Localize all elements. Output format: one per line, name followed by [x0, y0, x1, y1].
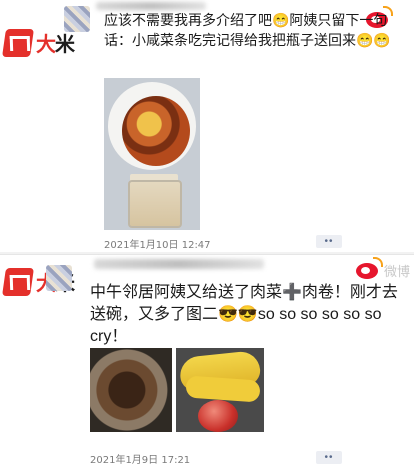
jar-image	[128, 180, 182, 228]
weibo-watermark: 微博	[356, 256, 411, 280]
more-options-button[interactable]: ••	[316, 235, 342, 248]
post-text: 中午邻居阿姨又给送了肉菜➕肉卷！刚才去送碗，又多了图二😎😎so so so so…	[90, 284, 398, 345]
username-blurred	[96, 2, 206, 10]
banana-image	[185, 375, 261, 403]
post-date: 2021年1月9日 17:21	[90, 455, 191, 466]
dami-logo: 大米	[2, 28, 75, 57]
moment-post-1: 大米 应该不需要我再多介绍了吧😁阿姨只留下一句话：小咸菜条吃完记得给我把瓶子送回…	[0, 0, 414, 252]
avatar[interactable]	[64, 6, 90, 32]
bowl-image	[108, 82, 196, 170]
weibo-icon	[356, 256, 383, 279]
more-options-button[interactable]: ••	[316, 451, 342, 464]
post-date: 2021年1月10日 12:47	[104, 240, 211, 251]
username-blurred	[94, 259, 264, 269]
weibo-label: 微博	[384, 265, 411, 280]
dami-logo-text: 大米	[36, 32, 75, 56]
banana-apple-photo[interactable]	[176, 348, 264, 432]
apple-image	[198, 400, 238, 432]
dami-badge-icon	[2, 28, 34, 57]
dami-badge-icon	[2, 267, 34, 296]
avatar[interactable]	[46, 265, 72, 291]
post-text: 应该不需要我再多介绍了吧😁阿姨只留下一句话：小咸菜条吃完记得给我把瓶子送回来😁😁	[104, 12, 391, 48]
meat-dish-photo[interactable]	[90, 348, 172, 432]
food-bowl-and-jar-photo[interactable]	[104, 78, 200, 230]
